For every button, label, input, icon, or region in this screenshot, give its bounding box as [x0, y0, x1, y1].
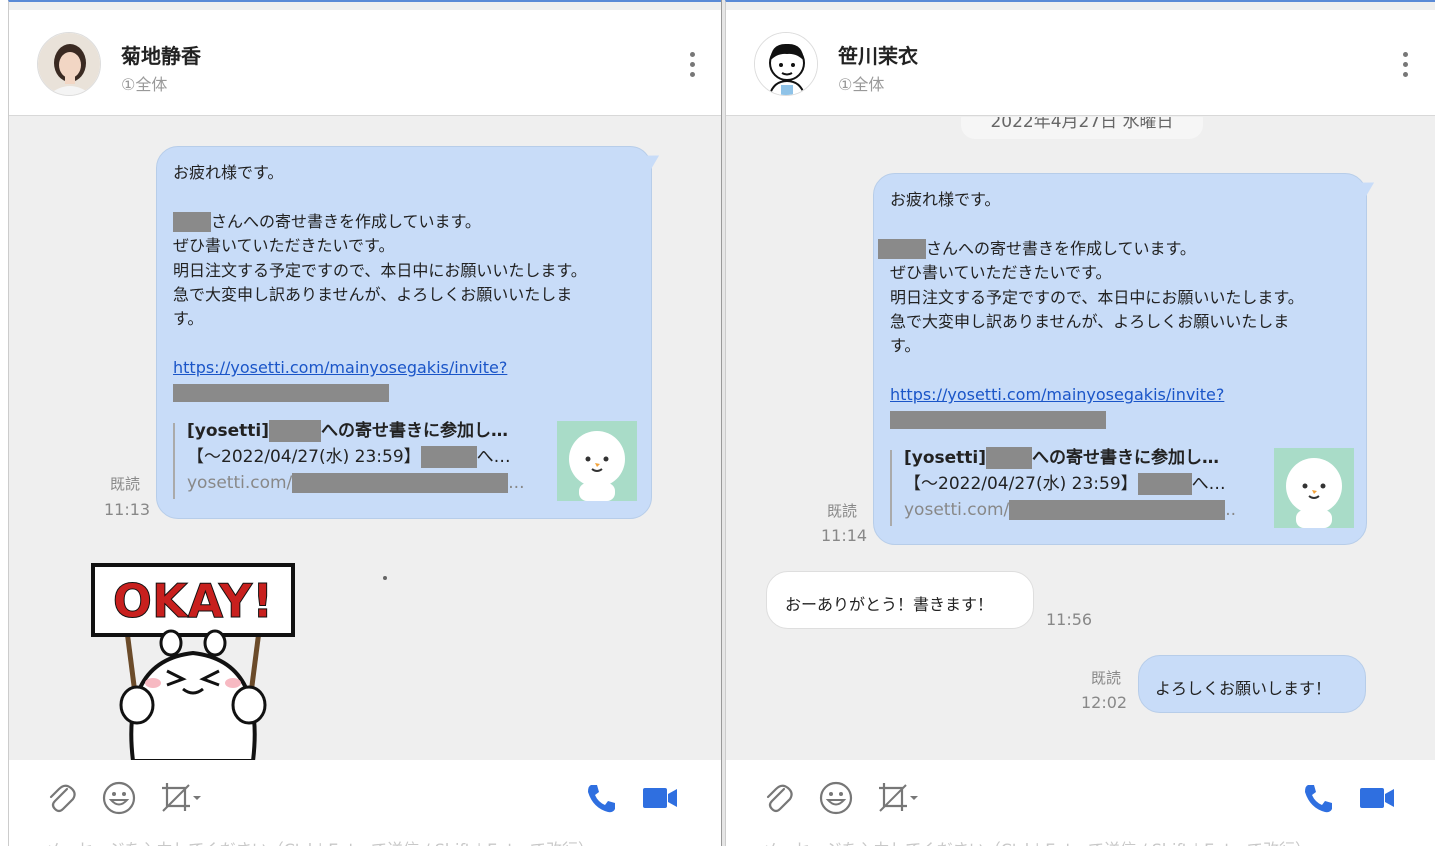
message-list: 2022年4月27日 水曜日 お疲れ様です。 さんへの寄せ書きを作成しています。… [726, 117, 1435, 760]
preview-url: yosetti.com/.. [904, 500, 1237, 520]
message-line: 明日注文する予定ですので、本日中にお願いいたします。 [173, 260, 587, 280]
video-icon[interactable] [641, 780, 681, 816]
message-line: さんへの寄せ書きを作成しています。 [173, 210, 643, 234]
redacted-link [890, 411, 1106, 430]
contact-name: 菊地静香 [121, 44, 201, 68]
preview-thumbnail [1274, 448, 1354, 528]
timestamp: 11:56 [1046, 610, 1093, 629]
emoji-icon[interactable] [818, 780, 854, 816]
message-bubble: お疲れ様です。 さんへの寄せ書きを作成しています。 ぜひ書いていただきたいです。… [873, 173, 1379, 545]
timestamp: 11:13 [104, 500, 151, 519]
message-line [890, 212, 1360, 236]
message-composer: メッセージを入力してください（Ctrl＋Enterで送信 / Shift＋Ent… [9, 760, 722, 846]
message-line: す。 [890, 336, 921, 356]
preview-thumbnail [557, 421, 637, 501]
member-count: ①全体 [838, 75, 885, 94]
message-line: ぜひ書いていただきたいです。 [890, 263, 1112, 283]
message-line: お疲れ様です。 [890, 190, 1001, 209]
read-receipt: 既読 [109, 475, 140, 493]
message-line: 急で大変申し訳ありませんが、よろしくお願いいたしま [890, 311, 1290, 331]
message-text: お疲れ様です。 さんへの寄せ書きを作成しています。 ぜひ書いていただきたいです。… [173, 161, 643, 405]
avatar[interactable] [754, 32, 818, 96]
link-preview[interactable]: [yosetti] への寄せ書きに参加し… 【〜2022/04/27(水) 23:… [173, 419, 637, 503]
message-line: ぜひ書いていただきたいです。 [173, 236, 395, 256]
avatar[interactable] [37, 32, 101, 96]
video-icon[interactable] [1358, 780, 1398, 816]
message-line: 明日注文する予定ですので、本日中にお願いいたします。 [890, 287, 1304, 307]
crop-icon[interactable] [159, 780, 207, 816]
message-line [173, 185, 643, 209]
redacted-name [173, 212, 211, 233]
timestamp: 12:02 [1081, 693, 1128, 712]
preview-description: 【〜2022/04/27(水) 23:59】 へ… [187, 446, 511, 468]
crop-icon[interactable] [876, 780, 924, 816]
message-line: さんへの寄せ書きを作成しています。 [878, 237, 1360, 261]
sticker-text: OKAY! [113, 574, 273, 628]
phone-icon[interactable] [1300, 780, 1336, 816]
message-line: お疲れ様です。 [173, 163, 284, 182]
message-composer: メッセージを入力してください（Ctrl＋Enterで送信 / Shift＋Ent… [726, 760, 1435, 846]
phone-icon[interactable] [583, 780, 619, 816]
attach-icon[interactable] [43, 780, 79, 816]
timestamp: 11:14 [821, 526, 868, 545]
received-message: おーありがとう！書きます！ [766, 571, 1034, 629]
more-vertical-icon[interactable] [1401, 52, 1409, 80]
attach-icon[interactable] [760, 780, 796, 816]
sent-message: よろしくお願いします！ [1138, 655, 1366, 713]
preview-description: 【〜2022/04/27(水) 23:59】 へ… [904, 473, 1226, 495]
okay-sticker: OKAY! [91, 561, 295, 760]
message-line: 急で大変申し訳ありませんが、よろしくお願いいたしま [173, 284, 573, 304]
screenshot: 菊地静香 ①全体 お疲れ様です。 さんへの寄せ書きを作成しています。 ぜひ書いて… [0, 0, 1440, 846]
link-preview[interactable]: [yosetti] への寄せ書きに参加し… 【〜2022/04/27(水) 23:… [890, 446, 1354, 530]
invite-link[interactable]: https://yosetti.com/mainyosegakis/invite… [173, 356, 643, 380]
more-vertical-icon[interactable] [688, 52, 696, 80]
read-receipt: 既読 [826, 502, 857, 520]
preview-title: [yosetti] への寄せ書きに参加し… [187, 420, 509, 442]
message-text: よろしくお願いします！ [1155, 679, 1332, 698]
message-text: おーありがとう！書きます！ [785, 595, 994, 614]
chat-header: 笹川茉衣 ①全体 [726, 10, 1435, 116]
emoji-icon[interactable] [101, 780, 137, 816]
date-separator: 2022年4月27日 水曜日 [961, 117, 1203, 139]
preview-url: yosetti.com/... [187, 473, 525, 493]
member-count: ①全体 [121, 75, 168, 94]
redacted-name [878, 239, 926, 260]
chat-window-right: 笹川茉衣 ①全体 2022年4月27日 水曜日 お疲れ様です。 さんへの寄せ書き… [725, 0, 1435, 846]
contact-name: 笹川茉衣 [838, 44, 918, 68]
message-text: お疲れ様です。 さんへの寄せ書きを作成しています。 ぜひ書いていただきたいです。… [878, 188, 1360, 432]
invite-link[interactable]: https://yosetti.com/mainyosegakis/invite… [890, 383, 1360, 407]
message-line: す。 [173, 309, 204, 329]
message-input[interactable]: メッセージを入力してください（Ctrl＋Enterで送信 / Shift＋Ent… [45, 836, 594, 846]
chat-header: 菊地静香 ①全体 [9, 10, 722, 116]
read-receipt: 既読 [1090, 669, 1121, 687]
redacted-link [173, 384, 389, 403]
chat-window-left: 菊地静香 ①全体 お疲れ様です。 さんへの寄せ書きを作成しています。 ぜひ書いて… [8, 0, 722, 846]
preview-title: [yosetti] への寄せ書きに参加し… [904, 447, 1220, 469]
message-bubble: お疲れ様です。 さんへの寄せ書きを作成しています。 ぜひ書いていただきたいです。… [156, 146, 664, 519]
message-list: お疲れ様です。 さんへの寄せ書きを作成しています。 ぜひ書いていただきたいです。… [9, 117, 722, 760]
message-input[interactable]: メッセージを入力してください（Ctrl＋Enterで送信 / Shift＋Ent… [762, 836, 1311, 846]
